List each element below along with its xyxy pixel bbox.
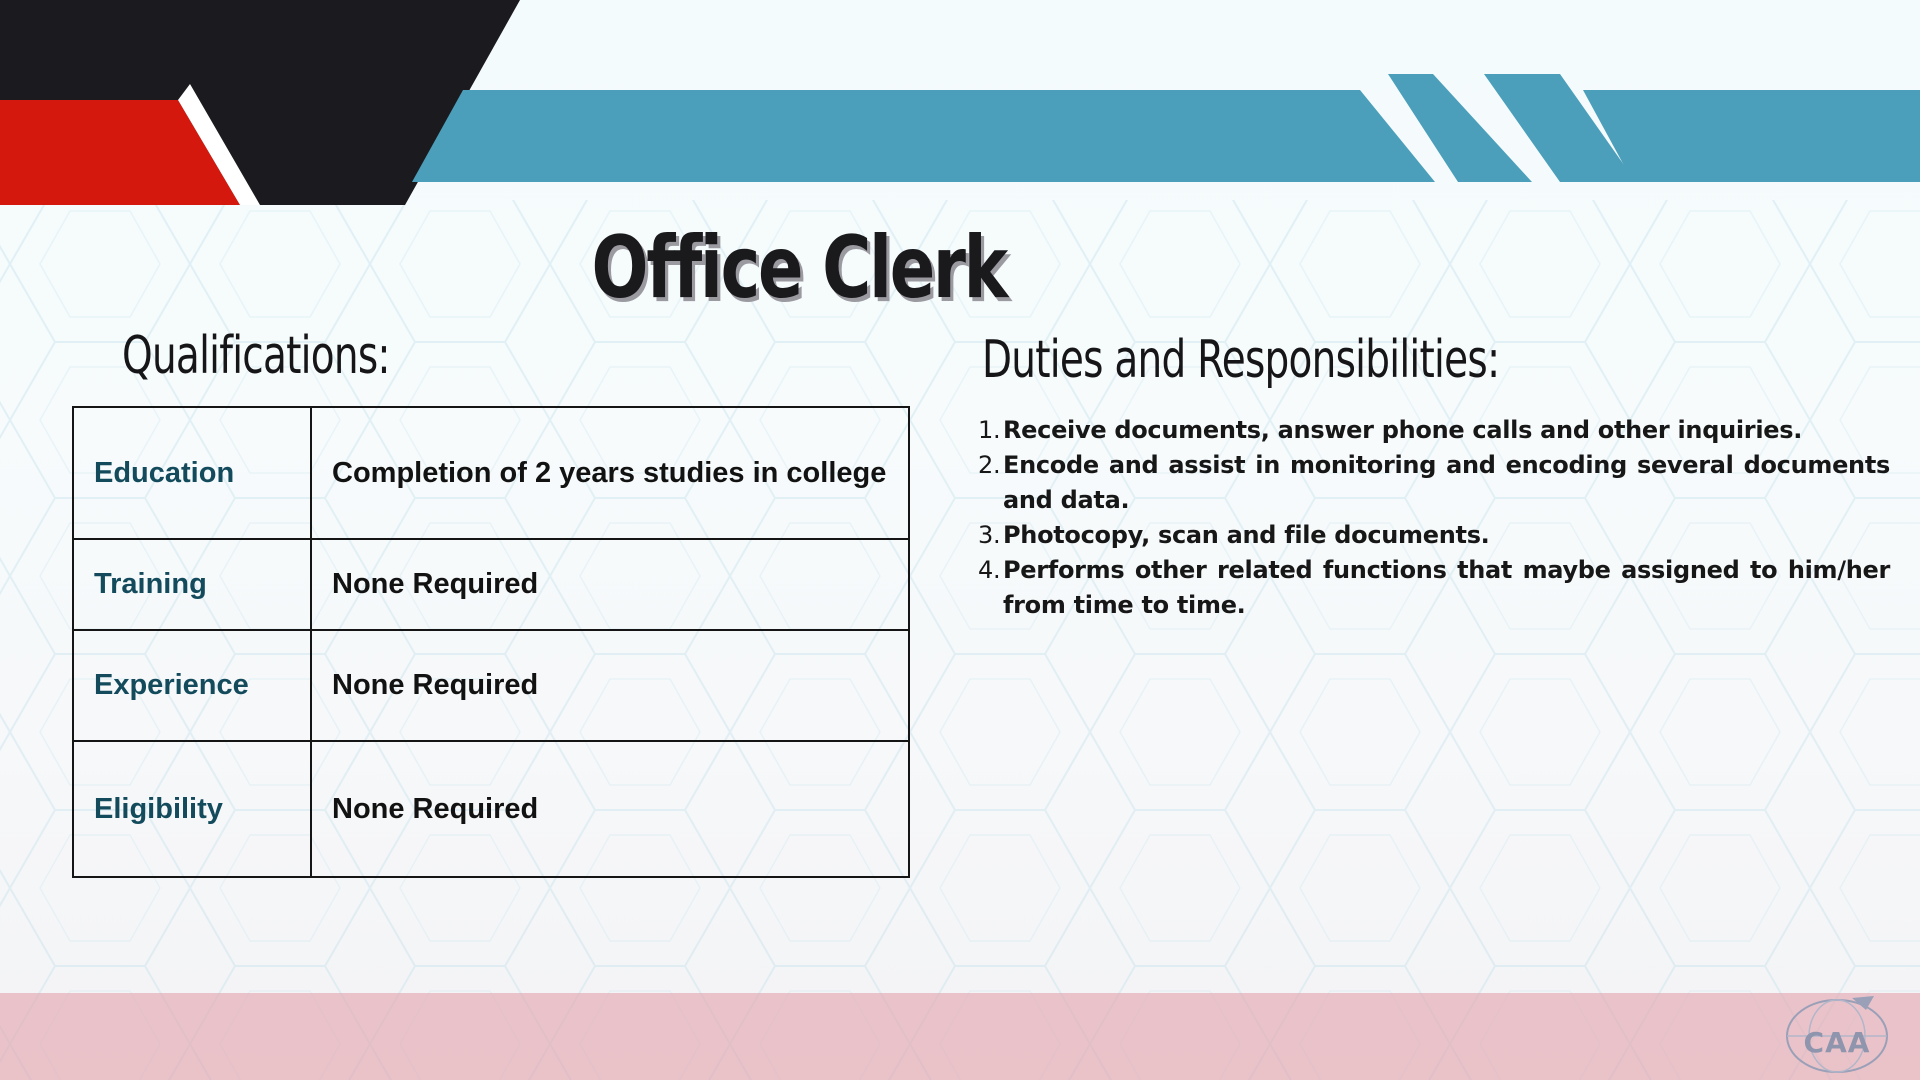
duties-heading: Duties and Responsibilities:	[982, 330, 1500, 390]
training-label: Training	[72, 538, 312, 631]
education-value: Completion of 2 years studies in college	[310, 406, 910, 540]
caa-logo: CAA	[1782, 992, 1892, 1074]
list-number: 2.	[978, 451, 1001, 479]
table-row: Experience None Required	[72, 629, 910, 742]
list-number: 3.	[978, 521, 1001, 549]
page-title: Office Clerk	[591, 218, 1009, 318]
qualifications-table: Education Completion of 2 years studies …	[72, 406, 910, 878]
duty-text: Receive documents, answer phone calls an…	[1003, 416, 1803, 444]
list-number: 1.	[978, 416, 1001, 444]
list-item: 2. Encode and assist in monitoring and e…	[978, 448, 1890, 518]
experience-value: None Required	[310, 629, 910, 742]
table-row: Eligibility None Required	[72, 740, 910, 878]
top-banner-graphic	[0, 0, 1920, 205]
bottom-band	[0, 993, 1920, 1080]
education-label: Education	[72, 406, 312, 540]
table-row: Education Completion of 2 years studies …	[72, 406, 910, 540]
training-value: None Required	[310, 538, 910, 631]
list-number: 4.	[978, 556, 1001, 584]
eligibility-label: Eligibility	[72, 740, 312, 878]
duty-text: Photocopy, scan and file documents.	[1003, 521, 1490, 549]
list-item: 3. Photocopy, scan and file documents.	[978, 518, 1890, 553]
duty-text: Performs other related functions that ma…	[1003, 556, 1890, 619]
logo-text: CAA	[1803, 1026, 1871, 1059]
list-item: 1. Receive documents, answer phone calls…	[978, 413, 1890, 448]
list-item: 4. Performs other related functions that…	[978, 553, 1890, 623]
experience-label: Experience	[72, 629, 312, 742]
eligibility-value: None Required	[310, 740, 910, 878]
qualifications-heading: Qualifications:	[122, 326, 391, 386]
table-row: Training None Required	[72, 538, 910, 631]
duty-text: Encode and assist in monitoring and enco…	[1003, 451, 1890, 514]
duties-list: 1. Receive documents, answer phone calls…	[978, 413, 1890, 623]
